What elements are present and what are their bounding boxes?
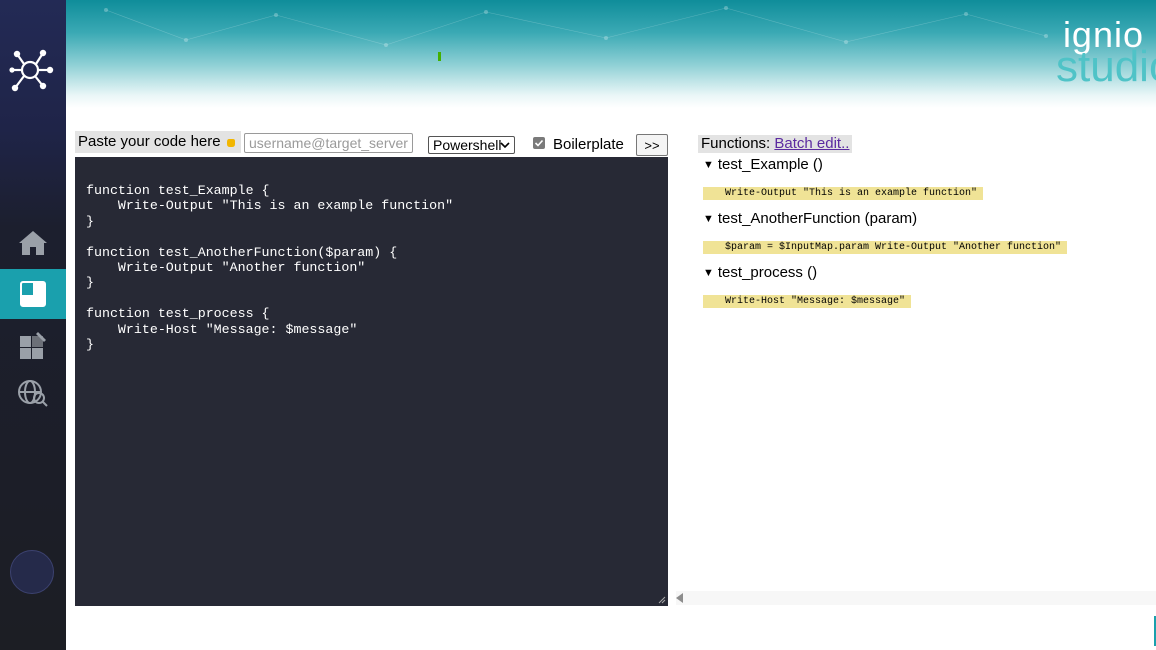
function-toggle[interactable]: ▼ test_process () (703, 264, 817, 281)
chevron-down-icon (500, 142, 510, 149)
function-toggle[interactable]: ▼ test_Example () (703, 156, 823, 173)
code-text[interactable]: function test_Example { Write-Output "Th… (86, 183, 668, 352)
app-logo-icon[interactable] (8, 44, 56, 94)
globe-search-icon (18, 380, 48, 407)
resize-grip-icon[interactable] (658, 596, 666, 604)
checkmark-icon (534, 139, 544, 147)
parse-button[interactable]: >> (636, 134, 668, 156)
function-title: test_process () (717, 264, 818, 281)
function-title: test_AnotherFunction (param) (717, 210, 918, 227)
boilerplate-checkbox[interactable] (533, 137, 545, 149)
home-icon (19, 231, 47, 255)
nav-home[interactable] (0, 219, 66, 267)
target-server-input[interactable] (244, 133, 413, 153)
header-banner: ignio studio (66, 0, 1156, 108)
language-select[interactable]: Powershell (428, 136, 515, 154)
function-body: Write-Output "This is an example functio… (703, 187, 984, 200)
nav-web-search[interactable] (0, 369, 66, 417)
nav-widgets[interactable] (0, 321, 66, 369)
language-selected: Powershell (433, 137, 502, 153)
workspace-icon (20, 281, 46, 307)
widgets-icon (20, 332, 46, 359)
status-indicator (438, 52, 441, 61)
scroll-left-arrow-icon[interactable] (676, 593, 683, 603)
function-body: $param = $InputMap.param Write-Output "A… (703, 241, 1068, 254)
function-toggle[interactable]: ▼ test_AnotherFunction (param) (703, 210, 917, 227)
code-editor[interactable]: function test_Example { Write-Output "Th… (75, 157, 668, 606)
nav-workspace[interactable] (0, 269, 66, 319)
network-pattern (104, 6, 1048, 47)
expanded-triangle-icon: ▼ (703, 159, 714, 171)
pointing-hand-icon (226, 139, 235, 147)
expanded-triangle-icon: ▼ (703, 213, 714, 225)
functions-header: Functions: Batch edit.. (698, 135, 853, 153)
user-avatar[interactable] (10, 550, 54, 594)
paste-code-text: Paste your code here (78, 133, 221, 150)
expanded-triangle-icon: ▼ (703, 267, 714, 279)
function-body: Write-Host "Message: $message" (703, 295, 912, 308)
paste-code-label: Paste your code here (75, 131, 241, 153)
horizontal-scrollbar[interactable] (676, 591, 1156, 605)
brand-product: studio (1056, 42, 1156, 90)
sidebar (0, 0, 66, 650)
functions-label: Functions: (701, 135, 771, 152)
function-title: test_Example () (717, 156, 823, 173)
boilerplate-label: Boilerplate (553, 136, 624, 153)
batch-edit-link[interactable]: Batch edit.. (774, 135, 849, 152)
brand-logo: ignio studio (1036, 10, 1156, 90)
